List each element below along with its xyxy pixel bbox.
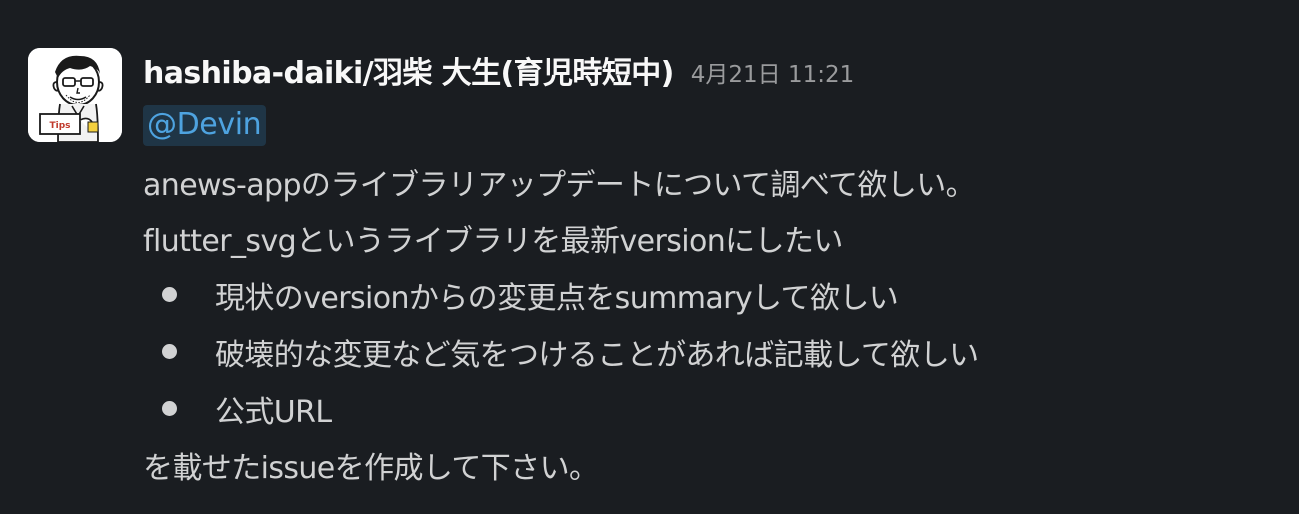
message-timestamp[interactable]: 4月21日 11:21 [691, 51, 855, 89]
avatar-sign-text: Tips [49, 121, 70, 131]
mention-line: @Devin [143, 96, 1259, 154]
message-closing-line: を載せたissueを作成して下さい。 [143, 451, 599, 486]
mention-devin[interactable]: @Devin [143, 104, 267, 146]
avatar[interactable]: Tips [28, 48, 122, 142]
message-content: hashiba-daiki/羽柴 大生(育児時短中) 4月21日 11:21 @… [143, 44, 1259, 493]
bullet-item-text: 現状のversionからの変更点をsummaryして欲しい [215, 280, 899, 316]
bullet-icon [143, 344, 215, 359]
bullet-item-text: 破壊的な変更など気をつけることがあれば記載して欲しい [215, 337, 979, 373]
message-line-2: flutter_svgというライブラリを最新versionにしたい [143, 224, 843, 259]
user-portrait-icon: Tips [28, 48, 122, 142]
chat-message: Tips hashiba-daiki/羽柴 大生(育児時短中) 4月21日 11… [0, 0, 1299, 514]
author-name[interactable]: hashiba-daiki/羽柴 大生(育児時短中) [143, 48, 674, 92]
bullet-item: 現状のversionからの変更点をsummaryして欲しい [143, 266, 1259, 323]
bullet-icon [143, 287, 215, 302]
message-line-1: anews-appのライブラリアップデートについて調べて欲しい。 [143, 168, 976, 203]
message-header: hashiba-daiki/羽柴 大生(育児時短中) 4月21日 11:21 [143, 44, 1259, 96]
bullet-icon [143, 401, 215, 416]
bullet-item: 公式URL [143, 380, 1259, 437]
bullet-item-text: 公式URL [215, 394, 332, 430]
bullet-item: 破壊的な変更など気をつけることがあれば記載して欲しい [143, 323, 1259, 380]
